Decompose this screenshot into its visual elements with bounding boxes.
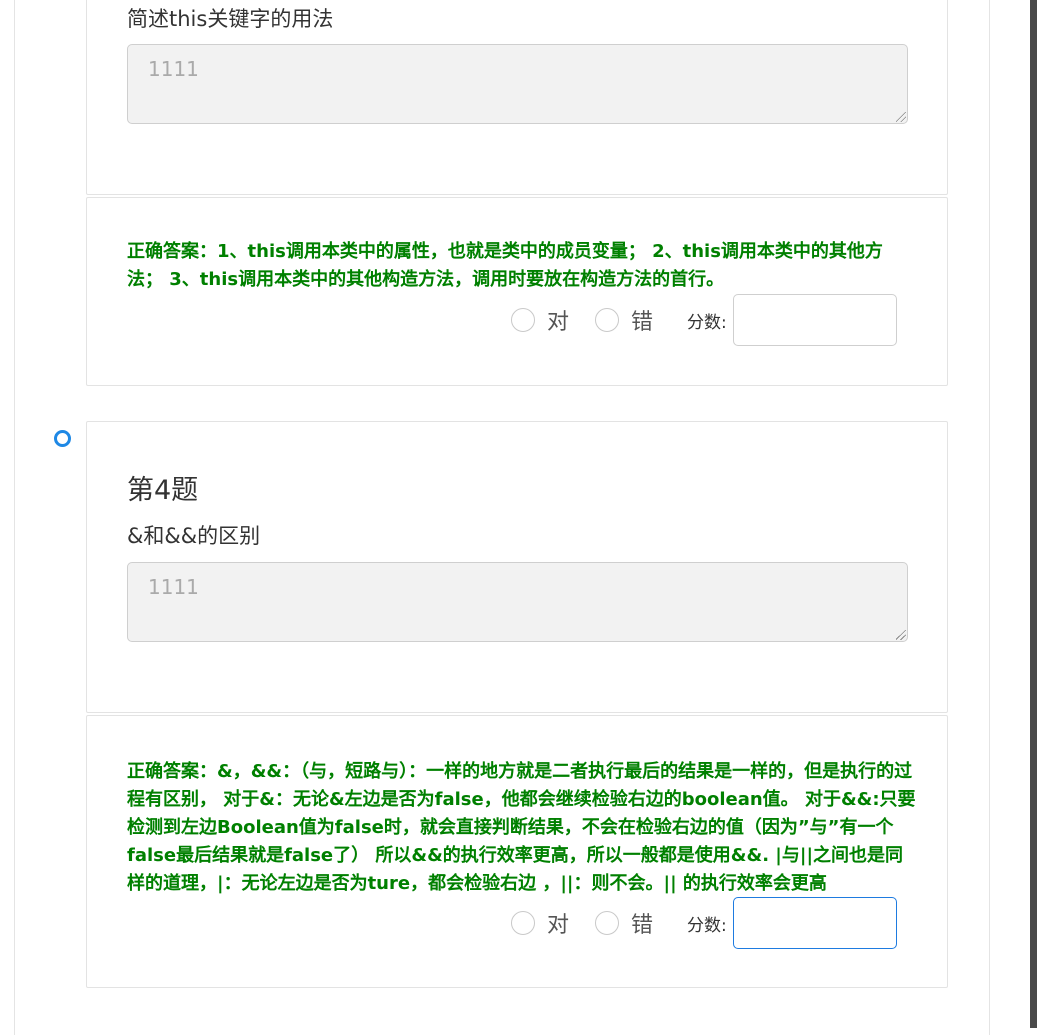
question-text: 简述this关键字的用法 bbox=[127, 7, 334, 31]
wrong-label: 错 bbox=[631, 310, 654, 335]
answer-wrapper: 1111 bbox=[127, 44, 908, 124]
score-label: 分数: bbox=[687, 915, 727, 936]
answer-wrapper: 1111 bbox=[127, 562, 908, 642]
wrong-radio[interactable] bbox=[595, 911, 620, 935]
grading-card-3: 正确答案：1、this调用本类中的属性，也就是类中的成员变量； 2、this调用… bbox=[86, 197, 948, 386]
right-radio[interactable] bbox=[511, 911, 535, 935]
right-label: 对 bbox=[547, 310, 570, 335]
right-label: 对 bbox=[547, 913, 570, 938]
grading-row: 对 错 分数: bbox=[511, 294, 897, 346]
question-card-3: 简述this关键字的用法 1111 bbox=[86, 0, 948, 195]
question-card-4: 第4题 &和&&的区别 1111 bbox=[86, 421, 948, 713]
answer-textarea[interactable]: 1111 bbox=[127, 562, 908, 642]
scrollbar-strip[interactable] bbox=[1030, 0, 1037, 1028]
question-title: 第4题 bbox=[127, 475, 199, 506]
resize-handle-icon[interactable] bbox=[896, 112, 906, 122]
wrong-radio[interactable] bbox=[595, 308, 620, 332]
current-question-marker-icon bbox=[54, 430, 71, 447]
grading-row: 对 错 分数: bbox=[511, 897, 897, 949]
grading-card-4: 正确答案：&，&&：（与，短路与）：一样的地方就是二者执行最后的结果是一样的，但… bbox=[86, 715, 948, 988]
correct-answer-text: 正确答案：1、this调用本类中的属性，也就是类中的成员变量； 2、this调用… bbox=[127, 241, 883, 290]
question-text: &和&&的区别 bbox=[127, 524, 261, 548]
correct-answer-text: 正确答案：&，&&：（与，短路与）：一样的地方就是二者执行最后的结果是一样的，但… bbox=[127, 761, 916, 894]
resize-handle-icon[interactable] bbox=[896, 630, 906, 640]
right-radio[interactable] bbox=[511, 308, 535, 332]
score-input[interactable] bbox=[732, 294, 897, 346]
answer-textarea[interactable]: 1111 bbox=[127, 44, 908, 124]
score-input[interactable] bbox=[732, 897, 897, 949]
wrong-label: 错 bbox=[631, 913, 654, 938]
score-label: 分数: bbox=[687, 312, 727, 333]
